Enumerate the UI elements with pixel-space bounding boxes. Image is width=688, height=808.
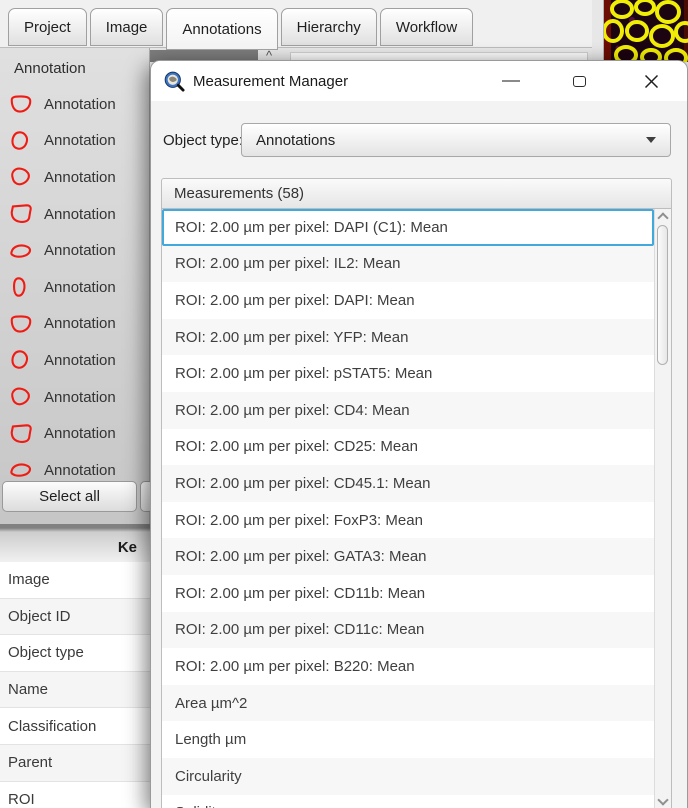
tab-workflow[interactable]: Workflow [379,8,474,46]
annotation-item-label: Annotation [44,351,116,369]
object-type-value: Annotations [256,131,336,149]
annotation-shape-icon [13,277,26,297]
close-icon [644,74,658,88]
scroll-up-icon[interactable] [657,212,669,224]
properties-table: Image Object ID Object type Name Classif… [0,562,150,808]
annotation-item-label: Annotation [44,168,116,186]
measurement-row-roi-2-00-m-per-pixel-pstat5-mean[interactable]: ROI: 2.00 µm per pixel: pSTAT5: Mean [162,355,654,392]
measurement-row-roi-2-00-m-per-pixel-il2-mean[interactable]: ROI: 2.00 µm per pixel: IL2: Mean [162,245,654,283]
measurement-row-roi-2-00-m-per-pixel-dapi-mean[interactable]: ROI: 2.00 µm per pixel: DAPI: Mean [162,282,654,319]
measurements-list: ROI: 2.00 µm per pixel: DAPI (C1): Mean … [162,209,654,808]
annotation-shape-icon [10,315,32,333]
annotation-shape-icon [10,95,32,113]
tab-image[interactable]: Image [89,8,164,46]
annotation-item-label: Annotation [44,388,116,406]
select-all-button[interactable]: Select all [2,481,137,512]
measurement-row-area-m-2[interactable]: Area µm^2 [162,684,654,722]
annotation-sidebar: Annotation Annotation Annotation Annotat… [0,48,154,524]
measurement-row-length-m[interactable]: Length µm [162,721,654,758]
annotation-item-annotation[interactable]: Annotation [0,232,150,269]
annotation-item-annotation[interactable]: Annotation [0,306,150,343]
measurement-row-roi-2-00-m-per-pixel-cd11c-mean[interactable]: ROI: 2.00 µm per pixel: CD11c: Mean [162,611,654,649]
dialog-title-bar: Measurement Manager [151,61,687,101]
properties-table-header: Ke [0,524,150,562]
annotation-list-header: Annotation [14,60,86,77]
scroll-down-icon[interactable] [657,794,669,806]
measurement-row-roi-2-00-m-per-pixel-b220-mean[interactable]: ROI: 2.00 µm per pixel: B220: Mean [162,648,654,685]
measurement-row-roi-2-00-m-per-pixel-cd11b-mean[interactable]: ROI: 2.00 µm per pixel: CD11b: Mean [162,574,654,612]
object-type-label: Object type: [163,131,244,149]
property-row-image[interactable]: Image [0,562,150,599]
measurement-row-roi-2-00-m-per-pixel-yfp-mean[interactable]: ROI: 2.00 µm per pixel: YFP: Mean [162,318,654,356]
minimize-icon [502,80,520,82]
maximize-button[interactable] [557,61,601,101]
tab-hierarchy[interactable]: Hierarchy [280,8,377,46]
measurement-row-circularity[interactable]: Circularity [162,757,654,795]
measurement-manager-dialog: Measurement Manager Object type: Annotat… [150,60,688,808]
globe-magnifier-icon [164,71,185,92]
measurement-row-solidity[interactable]: Solidity [162,794,654,808]
annotation-item-label: Annotation [44,95,116,113]
annotation-item-annotation[interactable]: Annotation [0,159,150,196]
property-row-roi[interactable]: ROI [0,781,150,808]
chevron-down-icon [646,137,656,143]
annotation-item-label: Annotation [44,132,116,150]
scrollbar-thumb[interactable] [657,225,668,365]
close-button[interactable] [629,61,673,101]
measurements-pane-header: Measurements (58) [161,178,672,209]
tab-bar: Project Image Annotations Hierarchy Work… [0,0,596,50]
property-row-name[interactable]: Name [0,671,150,709]
annotation-shape-icon [10,244,32,258]
annotation-shape-icon [11,168,30,186]
annotation-item-annotation[interactable]: Annotation [0,342,150,379]
object-type-select[interactable]: Annotations [241,123,671,157]
annotation-item-label: Annotation [44,461,116,479]
dialog-title: Measurement Manager [193,72,349,90]
annotation-item-label: Annotation [44,205,116,223]
annotation-shape-icon [11,131,29,150]
annotation-item-annotation[interactable]: Annotation [0,123,150,160]
annotation-item-label: Annotation [44,315,116,333]
image-thumbnail [604,0,688,62]
annotation-item-label: Annotation [44,278,116,296]
annotation-shape-icon [11,350,29,370]
minimize-button[interactable] [489,61,533,101]
annotation-item-label: Annotation [44,242,116,260]
tab-annotations[interactable]: Annotations [166,8,278,50]
property-row-classification[interactable]: Classification [0,708,150,745]
measurement-row-roi-2-00-m-per-pixel-gata3-mean[interactable]: ROI: 2.00 µm per pixel: GATA3: Mean [162,538,654,575]
annotation-item-annotation[interactable]: Annotation [0,196,150,233]
measurement-row-roi-2-00-m-per-pixel-cd4-mean[interactable]: ROI: 2.00 µm per pixel: CD4: Mean [162,391,654,429]
annotation-shape-icon [10,204,32,224]
annotation-item-label: Annotation [44,425,116,443]
tab-project[interactable]: Project [8,8,87,46]
measurements-list-container: ROI: 2.00 µm per pixel: DAPI (C1): Mean … [161,209,672,808]
vertical-scrollbar[interactable] [654,209,671,808]
measurement-row-roi-2-00-m-per-pixel-foxp3-mean[interactable]: ROI: 2.00 µm per pixel: FoxP3: Mean [162,501,654,539]
annotation-shape-icon [10,463,32,477]
annotation-shape-icon [11,387,30,406]
maximize-icon [572,75,586,87]
annotation-item-annotation[interactable]: Annotation [0,86,150,123]
annotation-item-annotation[interactable]: Annotation [0,269,150,306]
app-window: Project Image Annotations Hierarchy Work… [0,0,688,808]
property-row-parent[interactable]: Parent [0,744,150,782]
property-row-object-id[interactable]: Object ID [0,598,150,636]
measurement-row-roi-2-00-m-per-pixel-dapi-c1-mean[interactable]: ROI: 2.00 µm per pixel: DAPI (C1): Mean [162,209,654,246]
measurement-row-roi-2-00-m-per-pixel-cd25-mean[interactable]: ROI: 2.00 µm per pixel: CD25: Mean [162,428,654,466]
annotation-shape-icon [10,423,32,443]
property-row-object-type[interactable]: Object type [0,635,150,672]
annotation-list: Annotation Annotation Annotation Annotat… [0,86,150,489]
viewer-edge-strip [592,0,604,62]
annotation-item-annotation[interactable]: Annotation [0,415,150,452]
measurement-row-roi-2-00-m-per-pixel-cd45-1-mean[interactable]: ROI: 2.00 µm per pixel: CD45.1: Mean [162,465,654,502]
annotation-item-annotation[interactable]: Annotation [0,379,150,416]
